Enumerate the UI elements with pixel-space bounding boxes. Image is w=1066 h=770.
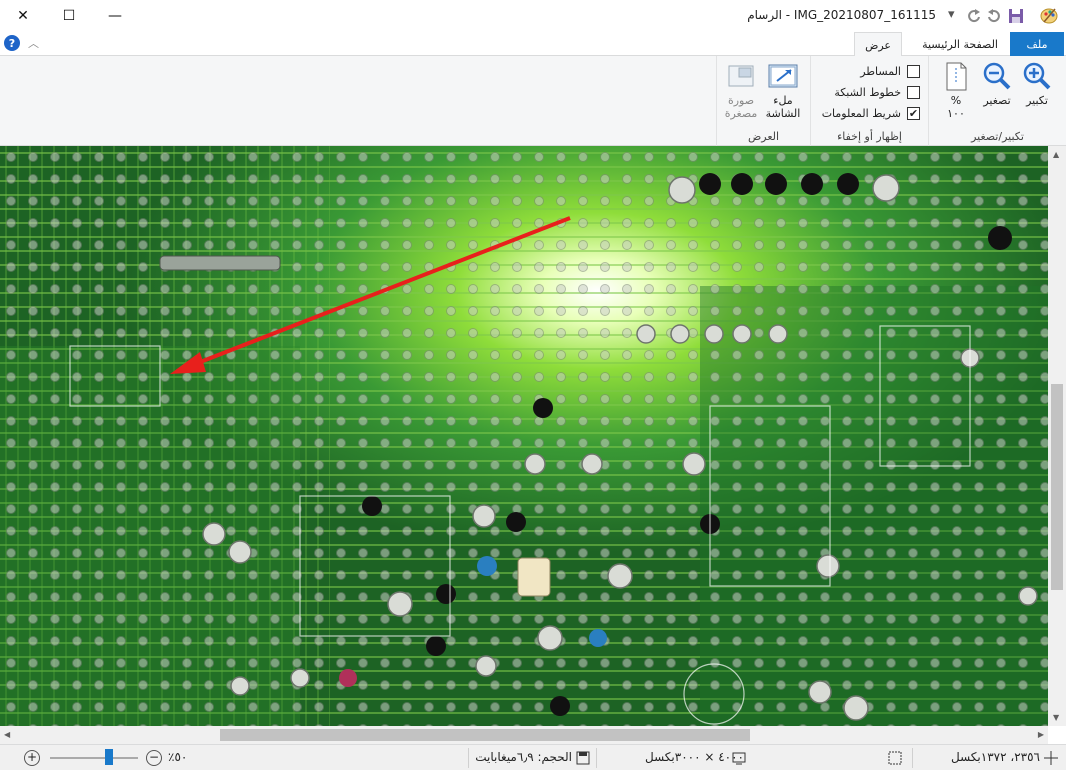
zoom-100-percent: % xyxy=(950,94,962,107)
tab-home[interactable]: الصفحة الرئيسية xyxy=(912,32,1008,56)
paint-app-icon xyxy=(1040,8,1058,24)
zoom-in-label: تكبير xyxy=(1026,94,1048,107)
maximize-icon: ☐ xyxy=(62,8,76,24)
undo-icon[interactable] xyxy=(986,8,1002,24)
zoom-group-label: تكبير/تصغير xyxy=(971,130,1024,143)
collapse-ribbon-icon[interactable]: ︿ xyxy=(28,35,39,51)
close-button[interactable]: ✕ xyxy=(0,0,46,32)
zoom-100-button[interactable]: % ١٠٠ xyxy=(934,60,978,120)
vertical-scroll-thumb[interactable] xyxy=(1051,384,1063,590)
gridlines-checkbox[interactable]: خطوط الشبكة xyxy=(834,83,920,101)
show-hide-group-label: إظهار أو إخفاء xyxy=(837,130,902,143)
full-screen-label-1: ملء xyxy=(773,94,793,107)
horizontal-scroll-thumb[interactable] xyxy=(220,729,750,741)
display-group-label: العرض xyxy=(747,130,780,143)
zoom-out-button[interactable]: تصغير xyxy=(974,60,1020,107)
zoom-in-icon xyxy=(1023,62,1051,90)
zoom-slider-track[interactable] xyxy=(50,757,138,759)
title-bar: ✕ ☐ — IMG_20210807_161115 - الرسام ▾ xyxy=(0,0,1066,32)
show-hide-group: المساطر خطوط الشبكة ✔ شريط المعلومات إظه… xyxy=(810,56,928,146)
window-title: IMG_20210807_161115 - الرسام xyxy=(747,8,936,22)
full-screen-label-2: الشاشة xyxy=(765,107,801,120)
status-bar: ٢٣٥٦، ١٣٧٢بكسل ٤٠٠٠ × ٣٠٠٠بكسل الحجم: ٦٫… xyxy=(0,744,1066,770)
tab-view[interactable]: عرض xyxy=(854,32,902,57)
full-screen-button[interactable]: ملء الشاشة xyxy=(760,60,806,120)
rulers-checkbox[interactable]: المساطر xyxy=(860,62,920,80)
zoom-group: تكبير تصغير % ١٠٠ تكبير/تصغير xyxy=(928,56,1066,146)
scroll-up-icon[interactable]: ▲ xyxy=(1053,150,1059,159)
cursor-position: ٢٣٥٦، ١٣٧٢بكسل xyxy=(950,750,1040,764)
customize-qat-button[interactable]: ▾ xyxy=(948,7,955,22)
scroll-left-icon[interactable]: ◀ xyxy=(4,730,10,739)
ribbon-tabs: ? ︿ ملف الصفحة الرئيسية عرض xyxy=(0,32,1066,57)
thumbnail-button[interactable]: صورة مصغرة xyxy=(718,60,764,120)
page-100-icon xyxy=(946,62,967,91)
zoom-in-status-button[interactable]: + xyxy=(24,750,40,766)
minimize-icon: — xyxy=(108,8,122,24)
zoom-out-icon xyxy=(983,62,1011,90)
horizontal-scrollbar[interactable]: ◀ ▶ xyxy=(0,726,1048,744)
pcb-photo xyxy=(0,146,1048,726)
status-bar-label: شريط المعلومات xyxy=(821,106,901,120)
rulers-label: المساطر xyxy=(860,64,901,78)
file-size: الحجم: ٦٫٩ميغابايت xyxy=(475,750,572,764)
image-dimensions: ٤٠٠٠ × ٣٠٠٠بكسل xyxy=(644,750,744,764)
thumbnail-label-2: مصغرة xyxy=(724,107,758,120)
close-icon: ✕ xyxy=(17,8,29,24)
minimize-button[interactable]: — xyxy=(92,0,138,32)
redo-icon[interactable] xyxy=(966,8,982,24)
selection-size-icon xyxy=(888,751,902,765)
zoom-in-button[interactable]: تكبير xyxy=(1014,60,1060,107)
thumbnail-label-1: صورة xyxy=(727,94,755,107)
zoom-slider-thumb[interactable] xyxy=(105,749,114,765)
file-size-icon xyxy=(576,751,590,765)
zoom-out-label: تصغير xyxy=(983,94,1011,107)
image-canvas[interactable] xyxy=(0,146,1048,726)
thumbnail-icon xyxy=(728,65,754,87)
zoom-percent: ٥٠٪ xyxy=(168,750,188,764)
full-screen-icon xyxy=(768,64,798,88)
gridlines-label: خطوط الشبكة xyxy=(834,85,901,99)
zoom-100-label: ١٠٠ xyxy=(947,107,965,120)
vertical-scrollbar[interactable]: ▲ ▼ xyxy=(1048,146,1066,726)
gridlines-checkbox-box[interactable] xyxy=(907,85,920,99)
help-icon[interactable]: ? xyxy=(4,35,20,51)
tab-file[interactable]: ملف xyxy=(1010,32,1064,56)
scroll-down-icon[interactable]: ▼ xyxy=(1053,713,1059,722)
cursor-position-icon xyxy=(1044,751,1058,765)
scroll-right-icon[interactable]: ▶ xyxy=(1038,730,1044,739)
ribbon: تكبير تصغير % ١٠٠ تكبير/تصغير المساطر خط… xyxy=(0,56,1066,146)
zoom-out-status-button[interactable]: − xyxy=(146,750,162,766)
maximize-button[interactable]: ☐ xyxy=(46,0,92,32)
check-icon: ✔ xyxy=(908,106,919,120)
status-bar-checkbox[interactable]: ✔ شريط المعلومات xyxy=(822,104,920,122)
save-icon[interactable] xyxy=(1008,8,1024,24)
status-bar-checkbox-box[interactable]: ✔ xyxy=(907,106,920,120)
rulers-checkbox-box[interactable] xyxy=(907,64,920,78)
display-group: ملء الشاشة صورة مصغرة العرض xyxy=(716,56,810,146)
